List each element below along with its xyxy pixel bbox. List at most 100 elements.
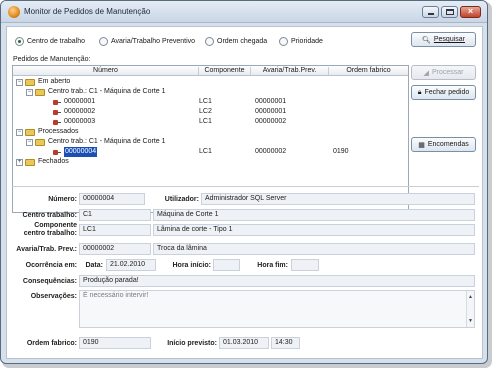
tree-node-processed-center[interactable]: − Centro trab.: C1 - Máquina de Corte 1 bbox=[13, 137, 408, 147]
column-header-fault[interactable]: Avaria/Trab.Prev. bbox=[251, 67, 329, 75]
component-label-line2: centro trabalho: bbox=[23, 230, 77, 237]
scroll-down-icon[interactable]: ▼ bbox=[468, 316, 473, 326]
column-header-number[interactable]: Número bbox=[13, 67, 199, 75]
order-icon bbox=[53, 119, 61, 126]
radio-dot bbox=[99, 37, 108, 46]
collapse-icon[interactable]: − bbox=[16, 128, 23, 136]
center-code-field[interactable]: C1 bbox=[79, 209, 151, 221]
tree-node-open-center[interactable]: − Centro trab.: C1 - Máquina de Corte 1 bbox=[13, 87, 408, 97]
center-name-field[interactable]: Máquina de Corte 1 bbox=[153, 209, 475, 221]
radio-dot bbox=[279, 37, 288, 46]
radio-centro-trabalho[interactable]: Centro de trabalho bbox=[15, 36, 85, 47]
production-order-field[interactable]: 0190 bbox=[79, 337, 151, 349]
orders-button[interactable]: ▦ Encomendas bbox=[411, 137, 476, 152]
window-title: Monitor de Pedidos de Manutenção bbox=[24, 7, 151, 16]
collapse-icon[interactable]: − bbox=[26, 138, 33, 146]
component-label: Componente bbox=[34, 222, 77, 229]
folder-icon bbox=[25, 78, 35, 86]
cell-order: 0190 bbox=[333, 148, 349, 155]
divider bbox=[12, 186, 479, 187]
radio-label: Ordem chegada bbox=[217, 38, 268, 45]
orders-tree[interactable]: Número Componente Avaria/Trab.Prev. Orde… bbox=[12, 65, 409, 213]
folder-icon bbox=[25, 128, 35, 136]
component-name-field[interactable]: Lâmina de corte - Tipo 1 bbox=[153, 224, 475, 236]
main-window: Monitor de Pedidos de Manutenção × Centr… bbox=[0, 0, 488, 364]
node-label: Em aberto bbox=[38, 78, 71, 85]
order-icon bbox=[53, 99, 61, 106]
radio-label: Avaria/Trabalho Preventivo bbox=[111, 38, 196, 45]
planned-start-date-field[interactable]: 01.03.2010 bbox=[219, 337, 269, 349]
component-code-field[interactable]: LC1 bbox=[79, 224, 151, 236]
number-label: Número: bbox=[48, 196, 77, 203]
start-time-label: Hora início: bbox=[172, 262, 211, 269]
user-field[interactable]: Administrador SQL Server bbox=[201, 193, 475, 205]
orders-icon: ▦ bbox=[418, 141, 425, 149]
production-order-label: Ordem fabrico: bbox=[26, 340, 77, 347]
close-order-button-label: Fechar pedido bbox=[424, 89, 470, 96]
collapse-icon[interactable]: − bbox=[16, 78, 23, 86]
search-button[interactable]: 🔍︎ Pesquisar bbox=[411, 32, 476, 47]
planned-start-time-field[interactable]: 14:30 bbox=[271, 337, 300, 349]
fault-code-field[interactable]: 00000002 bbox=[79, 243, 151, 255]
end-time-field[interactable] bbox=[291, 259, 319, 271]
node-label: Fechados bbox=[38, 158, 69, 165]
cell-fault: 00000002 bbox=[255, 148, 287, 155]
title-bar[interactable]: Monitor de Pedidos de Manutenção × bbox=[1, 1, 487, 23]
tree-node-processed[interactable]: − Processados bbox=[13, 127, 408, 137]
fault-name-field[interactable]: Troca da lâmina bbox=[153, 243, 475, 255]
search-button-label: Pesquisar bbox=[433, 36, 466, 43]
tree-node-closed[interactable]: + Fechados bbox=[13, 157, 408, 167]
maximize-button[interactable] bbox=[441, 6, 458, 18]
cell-component: LC1 bbox=[199, 118, 212, 125]
cell-component: LC1 bbox=[199, 98, 212, 105]
close-order-button[interactable]: 🔒︎ Fechar pedido bbox=[411, 85, 476, 100]
date-label: Data: bbox=[85, 262, 103, 269]
cell-number: 00000002 bbox=[64, 108, 96, 115]
planned-start-label: Início previsto: bbox=[167, 340, 217, 347]
user-label: Utilizador: bbox=[164, 196, 199, 203]
consequences-field[interactable]: Produção parada! bbox=[79, 275, 475, 287]
node-label: Centro trab.: C1 - Máquina de Corte 1 bbox=[48, 138, 166, 145]
expand-icon[interactable]: + bbox=[16, 158, 23, 166]
cell-fault: 00000001 bbox=[255, 108, 287, 115]
lock-icon: 🔒︎ bbox=[417, 88, 422, 96]
occurrence-label: Ocorrência em: bbox=[25, 262, 77, 269]
folder-icon bbox=[25, 158, 35, 166]
radio-label: Centro de trabalho bbox=[27, 38, 85, 45]
node-label: Centro trab.: C1 - Máquina de Corte 1 bbox=[48, 88, 166, 95]
column-header-component[interactable]: Componente bbox=[199, 67, 251, 75]
cell-fault: 00000002 bbox=[255, 118, 287, 125]
column-header-order[interactable]: Ordem fabrico bbox=[329, 67, 408, 75]
radio-avaria[interactable]: Avaria/Trabalho Preventivo bbox=[99, 36, 195, 47]
observations-field[interactable]: É necessário intervir! ▲ ▼ bbox=[79, 290, 475, 328]
end-time-label: Hora fim: bbox=[257, 262, 288, 269]
search-icon: 🔍︎ bbox=[421, 36, 431, 44]
table-row[interactable]: 00000002 LC2 00000001 bbox=[13, 107, 408, 117]
minimize-icon bbox=[428, 13, 434, 15]
tree-node-open[interactable]: − Em aberto bbox=[13, 77, 408, 87]
radio-ordem-chegada[interactable]: Ordem chegada bbox=[205, 36, 267, 47]
order-icon bbox=[53, 109, 61, 116]
close-button[interactable]: × bbox=[460, 6, 481, 18]
center-label: Centro trabalho: bbox=[22, 212, 77, 219]
radio-prioridade[interactable]: Prioridade bbox=[279, 36, 323, 47]
start-time-field[interactable] bbox=[213, 259, 240, 271]
radio-dot bbox=[205, 37, 214, 46]
observations-scrollbar[interactable]: ▲ ▼ bbox=[466, 291, 474, 327]
section-label: Pedidos de Manutenção: bbox=[13, 56, 91, 63]
fault-label: Avaria/Trab. Prev.: bbox=[16, 246, 77, 253]
observations-text: É necessário intervir! bbox=[83, 292, 149, 299]
radio-dot bbox=[15, 37, 24, 46]
collapse-icon[interactable]: − bbox=[26, 88, 33, 96]
minimize-button[interactable] bbox=[422, 6, 439, 18]
table-row-selected[interactable]: 00000004 LC1 00000002 0190 bbox=[13, 147, 408, 157]
number-field[interactable]: 00000004 bbox=[79, 193, 145, 205]
maximize-icon bbox=[446, 9, 454, 15]
radio-label: Prioridade bbox=[291, 38, 323, 45]
table-row[interactable]: 00000001 LC1 00000001 bbox=[13, 97, 408, 107]
scroll-up-icon[interactable]: ▲ bbox=[468, 292, 473, 302]
table-row[interactable]: 00000003 LC1 00000002 bbox=[13, 117, 408, 127]
process-button[interactable]: ◢ Processar bbox=[411, 65, 476, 80]
date-field[interactable]: 21.02.2010 bbox=[106, 259, 156, 271]
folder-icon bbox=[35, 88, 45, 96]
